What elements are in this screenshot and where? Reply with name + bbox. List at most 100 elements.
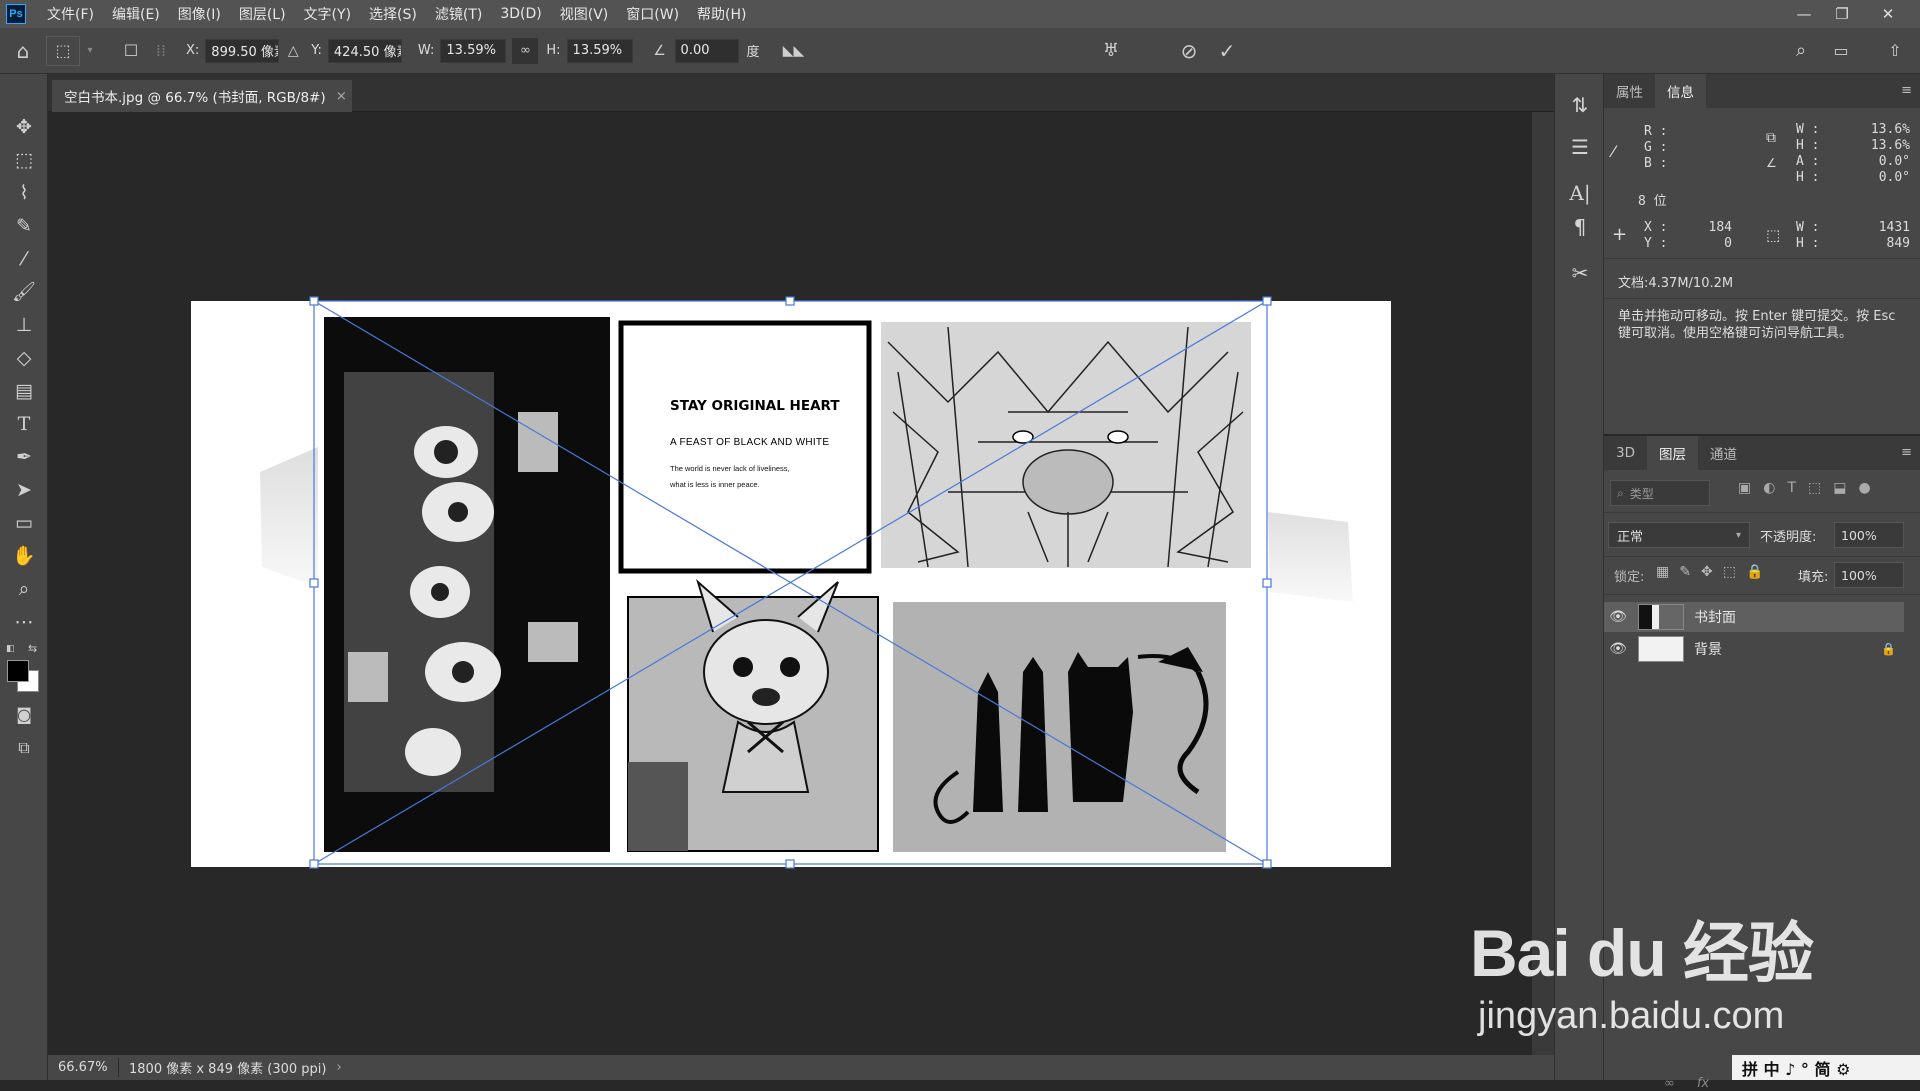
workspace-icon[interactable]: ▭ [1826,28,1856,74]
menu-3d[interactable]: 3D(D) [491,6,550,22]
eraser-tool-icon[interactable]: ◇ [0,341,48,374]
layer-row-cover[interactable]: 👁 书封面 [1604,602,1904,632]
lock-transparent-icon[interactable]: ▦ [1656,564,1669,580]
eyedropper-tool-icon[interactable]: ⁄ [0,242,48,275]
cancel-transform-icon[interactable]: ⊘ [1174,28,1204,74]
menu-type[interactable]: 文字(Y) [295,4,360,24]
checkbox-icon[interactable]: ☐ [116,41,146,60]
screen-mode-icon[interactable]: ⧉ [0,731,48,764]
restore-button[interactable]: ❐ [1820,0,1864,28]
reference-point-icon[interactable]: ⬚ [46,35,80,66]
filter-type-icon[interactable]: T [1787,480,1796,496]
status-menu-icon[interactable]: › [336,1060,341,1075]
filter-search-icon: ⌕ [1617,485,1624,500]
fx-icon[interactable]: fx [1697,1076,1709,1091]
blend-mode-value: 正常 [1617,529,1644,545]
menu-select[interactable]: 选择(S) [360,4,426,24]
panel-menu-icon[interactable]: ≡ [1901,83,1912,98]
menu-window[interactable]: 窗口(W) [617,4,688,24]
marquee-tool-icon[interactable]: ⬚ [0,143,48,176]
pen-tool-icon[interactable]: ✒ [0,440,48,473]
tab-properties[interactable]: 属性 [1604,74,1655,108]
layer-row-background[interactable]: 👁 背景 🔒 [1604,634,1904,664]
tools-preset-icon[interactable]: ✂ [1555,256,1605,290]
path-selection-tool-icon[interactable]: ➤ [0,473,48,506]
lock-icons: ▦ ✎ ✥ ⬚ 🔒 [1656,564,1763,580]
angle-input[interactable]: 0.00 [674,38,739,63]
document-tab-title: 空白书本.jpg @ 66.7% (书封面, RGB/8#) [64,90,326,106]
filter-toggle-icon[interactable]: ● [1858,480,1870,496]
ime-toolbar[interactable]: 拼 中 ♪ ° 简 ⚙ [1732,1055,1920,1080]
tab-channels[interactable]: 通道 [1698,436,1749,470]
interpolation-icon[interactable]: ◣◣ [774,43,814,59]
link-layers-icon[interactable]: ∞ [1664,1076,1675,1091]
search-icon[interactable]: ⌕ [1786,28,1816,74]
canvas-area[interactable]: STAY ORIGINAL HEART A FEAST OF BLACK AND… [48,112,1532,1055]
more-tools-icon[interactable]: ⋯ [0,605,48,638]
menu-view[interactable]: 视图(V) [551,4,618,24]
commit-transform-icon[interactable]: ✓ [1212,28,1242,74]
default-colors-icon[interactable]: ◧ [6,644,15,654]
document-tab[interactable]: 空白书本.jpg @ 66.7% (书封面, RGB/8#) × [52,80,352,112]
width-input[interactable]: 13.59% [440,38,507,63]
link-icon[interactable]: ∞ [512,37,539,64]
options-bar: ⌂ ⬚ ▾ ☐ ⁞⁞ X: 899.50 像素 △ Y: 424.50 像素 W… [0,28,1920,74]
zoom-tool-icon[interactable]: ⌕ [0,572,48,605]
tab-close-icon[interactable]: × [336,88,347,104]
brush-tool-icon[interactable]: 🖌 [0,275,48,308]
filter-smart-icon[interactable]: ⬓ [1833,480,1846,496]
filter-shape-icon[interactable]: ⬚ [1808,480,1821,496]
layers-menu-icon[interactable]: ≡ [1901,445,1912,460]
warp-icon[interactable]: ♅ [1096,28,1126,74]
height-input[interactable]: 13.59% [566,38,633,63]
swap-colors-icon[interactable]: ⇆ [28,642,37,655]
info-g-label: G : [1644,140,1668,155]
home-icon[interactable]: ⌂ [0,28,46,74]
visibility-eye-icon[interactable]: 👁 [1604,609,1632,625]
menu-edit[interactable]: 编辑(E) [103,4,169,24]
move-tool-icon[interactable]: ✥ [0,110,48,143]
quick-mask-icon[interactable]: ◙ [0,698,48,731]
info-x-label: X : [1644,220,1668,235]
delta-icon[interactable]: △ [279,43,307,59]
y-position-input[interactable]: 424.50 像素 [327,38,402,63]
info-w2-label: W : [1796,220,1820,235]
foreground-color-swatch[interactable] [7,660,29,682]
fill-input[interactable]: 100% [1834,562,1904,588]
tab-info[interactable]: 信息 [1655,74,1706,108]
paragraph-icon[interactable]: ¶ [1555,210,1605,244]
quick-selection-tool-icon[interactable]: ✎ [0,209,48,242]
lock-move-icon[interactable]: ✥ [1701,564,1713,580]
close-button[interactable]: ✕ [1866,0,1910,28]
hand-tool-icon[interactable]: ✋ [0,539,48,572]
menu-help[interactable]: 帮助(H) [688,4,755,24]
lock-artboard-icon[interactable]: ⬚ [1723,564,1736,580]
menu-file[interactable]: 文件(F) [38,4,103,24]
lock-all-icon[interactable]: 🔒 [1746,564,1763,580]
rectangle-tool-icon[interactable]: ▭ [0,506,48,539]
character-icon[interactable]: A| [1555,176,1605,210]
tab-3d[interactable]: 3D [1604,436,1647,470]
lock-paint-icon[interactable]: ✎ [1679,564,1691,580]
zoom-level[interactable]: 66.67% [58,1060,108,1075]
blend-mode-select[interactable]: 正常 ▾ [1608,522,1750,548]
filter-pixel-icon[interactable]: ▣ [1738,480,1751,496]
gradient-tool-icon[interactable]: ▤ [0,374,48,407]
chevron-down-icon[interactable]: ▾ [80,45,100,56]
layer-filter-select[interactable]: ⌕ 类型 [1610,480,1710,506]
share-icon[interactable]: ⇧ [1880,28,1910,74]
menu-image[interactable]: 图像(I) [169,4,230,24]
tab-layers[interactable]: 图层 [1646,436,1698,470]
lasso-tool-icon[interactable]: ⌇ [0,176,48,209]
visibility-eye-icon[interactable]: 👁 [1604,641,1632,657]
filter-adjustment-icon[interactable]: ◐ [1763,480,1775,496]
menu-layer[interactable]: 图层(L) [230,4,295,24]
opacity-input[interactable]: 100% [1834,522,1904,548]
x-position-input[interactable]: 899.50 像素 [205,38,280,63]
history-icon[interactable]: ⇅ [1555,88,1605,122]
stamp-tool-icon[interactable]: ⊥ [0,308,48,341]
type-tool-icon[interactable]: T [0,407,48,440]
menu-filter[interactable]: 滤镜(T) [426,4,491,24]
adjustments-icon[interactable]: ☰ [1555,130,1605,164]
reference-grid-icon[interactable]: ⁞⁞ [146,41,176,60]
